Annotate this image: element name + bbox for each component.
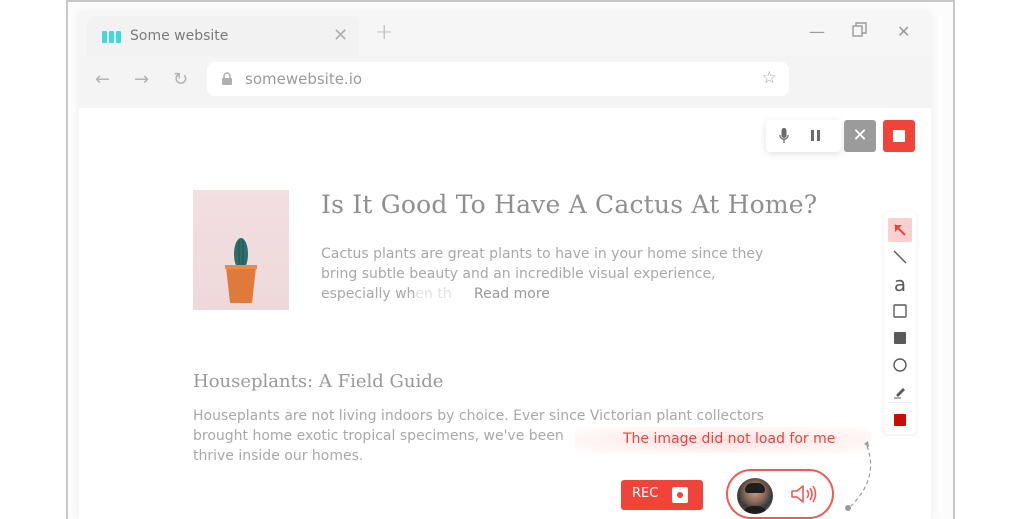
minimize-icon[interactable]: — bbox=[809, 22, 825, 42]
section-line: Houseplants are not living indoors by ch… bbox=[193, 408, 764, 424]
cactus-image bbox=[193, 190, 289, 310]
comment-text: The image did not load for me bbox=[623, 431, 836, 447]
tab-close-icon[interactable]: ✕ bbox=[333, 26, 348, 46]
url-text[interactable]: somewebsite.io bbox=[245, 70, 362, 88]
restore-icon[interactable] bbox=[852, 22, 867, 42]
new-tab-button[interactable]: + bbox=[375, 22, 393, 44]
arrow-tool-icon[interactable] bbox=[888, 218, 912, 242]
color-picker-button[interactable] bbox=[888, 408, 912, 432]
tab-title: Some website bbox=[130, 28, 229, 44]
excerpt-line: bring subtle beauty and an incredible vi… bbox=[321, 266, 716, 282]
text-tool-icon[interactable]: a bbox=[888, 272, 912, 296]
cancel-recording-button[interactable]: ✕ bbox=[844, 120, 876, 152]
browser-tab[interactable]: Some website ✕ bbox=[87, 16, 359, 58]
article-title: Is It Good To Have A Cactus At Home? bbox=[321, 190, 818, 219]
back-icon[interactable]: ← bbox=[95, 70, 110, 90]
mic-icon[interactable] bbox=[779, 128, 789, 144]
browser-window: Some website ✕ + — ✕ ← → ↻ somewebsite.i… bbox=[79, 12, 931, 519]
excerpt-fade-text: en th bbox=[415, 286, 452, 302]
browser-toolbar: ← → ↻ somewebsite.io ☆ bbox=[79, 56, 931, 108]
tab-strip: Some website ✕ + — ✕ bbox=[79, 12, 931, 58]
stop-recording-button[interactable] bbox=[883, 120, 915, 152]
excerpt-line: especially when th Read more bbox=[321, 284, 791, 304]
address-bar[interactable]: somewebsite.io ☆ bbox=[207, 62, 789, 96]
rec-label: REC bbox=[632, 486, 659, 501]
circle-tool-icon[interactable] bbox=[888, 353, 912, 377]
annotation-toolbar: a bbox=[884, 212, 916, 434]
page-content: ✕ a Is It Good To Have A Cactus At Home?… bbox=[79, 108, 931, 519]
pause-icon[interactable] bbox=[811, 130, 820, 141]
lock-icon bbox=[222, 72, 232, 85]
bookmark-star-icon[interactable]: ☆ bbox=[762, 68, 777, 88]
reload-icon[interactable]: ↻ bbox=[173, 70, 188, 90]
site-logo-icon bbox=[102, 31, 121, 43]
connector-curve bbox=[845, 441, 872, 511]
speaker-icon[interactable] bbox=[790, 484, 818, 504]
rec-button[interactable]: REC bbox=[621, 480, 703, 510]
filled-rectangle-tool-icon[interactable] bbox=[888, 326, 912, 350]
stop-icon bbox=[893, 130, 905, 142]
forward-icon[interactable]: → bbox=[134, 70, 149, 90]
toolbar-divider bbox=[889, 402, 911, 403]
record-icon bbox=[672, 487, 688, 503]
rectangle-tool-icon[interactable] bbox=[888, 299, 912, 323]
read-more-link[interactable]: Read more bbox=[474, 286, 550, 302]
article-excerpt: Cactus plants are great plants to have i… bbox=[321, 244, 791, 304]
window-close-icon[interactable]: ✕ bbox=[897, 22, 910, 42]
excerpt-text: especially wh bbox=[321, 286, 416, 302]
avatar bbox=[737, 478, 773, 514]
voice-comment-player[interactable] bbox=[726, 469, 834, 519]
line-tool-icon[interactable] bbox=[888, 245, 912, 269]
recording-control-bar bbox=[766, 120, 841, 152]
excerpt-line: Cactus plants are great plants to have i… bbox=[321, 246, 764, 262]
annotation-comment[interactable]: The image did not load for me bbox=[575, 427, 871, 453]
section-title: Houseplants: A Field Guide bbox=[193, 371, 444, 392]
pen-tool-icon[interactable] bbox=[888, 380, 912, 404]
